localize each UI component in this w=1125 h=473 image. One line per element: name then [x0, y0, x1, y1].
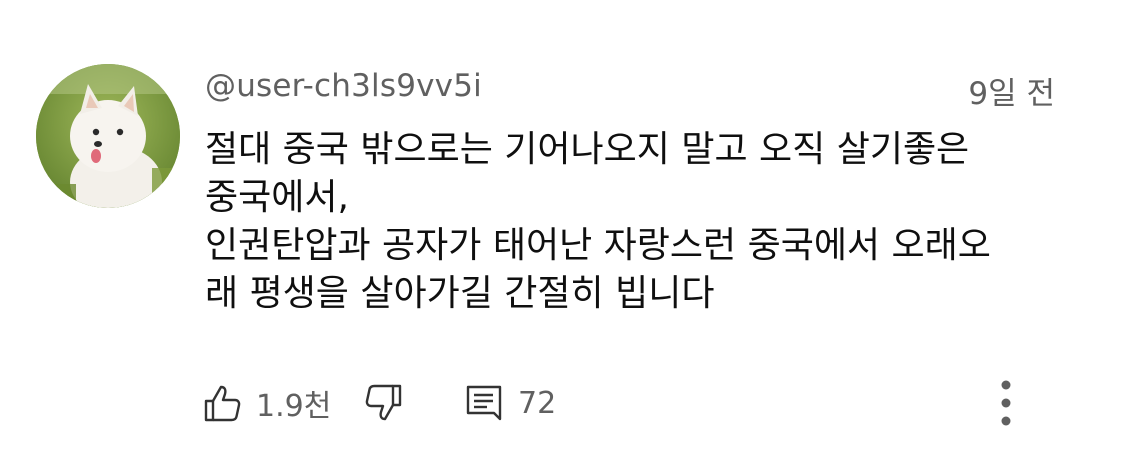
comment-text-line: 인권탄압과 공자가 태어난 자랑스런 중국에서 오래오 [205, 225, 991, 266]
like-button[interactable]: 1.9천 [200, 378, 331, 428]
like-count: 1.9천 [256, 389, 332, 424]
more-options-button[interactable] [988, 378, 1024, 428]
reply-button[interactable]: 72 [462, 378, 556, 428]
comment-actions: 1.9천 72 [200, 378, 1080, 428]
thumbs-up-icon [204, 385, 241, 422]
comment-text-line: 래 평생을 살아가길 간절히 빕니다 [205, 273, 715, 314]
comment-timestamp[interactable]: 9일 전 [968, 68, 1055, 113]
comment-text: 절대 중국 밖으로는 기어나오지 말고 오직 살기좋은 중국에서, 인권탄압과 … [205, 126, 1075, 318]
reply-count: 72 [518, 385, 557, 421]
author-name[interactable]: @user-ch3ls9vv5i [205, 68, 482, 104]
comment-icon [466, 385, 502, 421]
comment-item: @user-ch3ls9vv5i 9일 전 절대 중국 밖으로는 기어나오지 말… [0, 0, 1125, 473]
thumbs-down-icon [365, 384, 402, 421]
avatar[interactable] [36, 64, 180, 208]
avatar-dog-image [36, 64, 180, 208]
dislike-button[interactable] [362, 378, 406, 428]
comment-text-line: 중국에서, [205, 177, 349, 218]
more-vertical-icon [1001, 380, 1011, 426]
comment-text-line: 절대 중국 밖으로는 기어나오지 말고 오직 살기좋은 [205, 129, 970, 170]
comment-header: @user-ch3ls9vv5i 9일 전 [205, 66, 1055, 113]
